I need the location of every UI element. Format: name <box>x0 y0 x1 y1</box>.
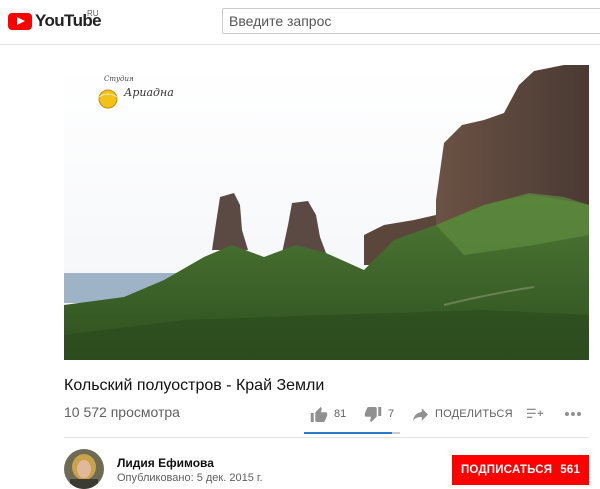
share-button[interactable]: ПОДЕЛИТЬСЯ <box>413 399 513 429</box>
video-frame <box>64 65 589 360</box>
like-count: 81 <box>334 408 347 420</box>
channel-name: Лидия Ефимова <box>117 456 214 470</box>
subscriber-count: 561 <box>560 464 581 476</box>
logo-region: RU <box>87 9 99 18</box>
thumb-down-icon <box>364 406 382 422</box>
like-button[interactable]: 81 <box>310 399 346 429</box>
search-input[interactable] <box>222 8 600 34</box>
dislike-count: 7 <box>388 408 395 420</box>
more-actions-button[interactable] <box>564 399 582 429</box>
channel-avatar[interactable] <box>64 449 104 489</box>
like-ratio-fill <box>304 432 393 434</box>
thumb-up-icon <box>310 406 328 422</box>
divider <box>64 437 589 438</box>
subscribe-label: ПОДПИСАТЬСЯ <box>460 464 553 476</box>
view-count: 10 572 просмотра <box>64 404 180 420</box>
channel-watermark: Студия Ариадна <box>94 75 174 109</box>
masthead: YouTube RU <box>0 0 600 45</box>
youtube-logo[interactable]: YouTube RU <box>8 9 102 31</box>
like-dislike-bar <box>304 432 400 434</box>
subscribe-button[interactable]: ПОДПИСАТЬСЯ 561 <box>452 455 589 485</box>
more-icon <box>565 412 581 416</box>
add-to-playlist-button[interactable] <box>527 399 543 429</box>
add-to-playlist-icon <box>527 408 543 418</box>
share-arrow-icon <box>413 407 428 421</box>
watermark-small-text: Студия <box>104 75 134 83</box>
dislike-button[interactable]: 7 <box>364 399 394 429</box>
video-player[interactable]: Студия Ариадна <box>64 65 589 360</box>
video-title: Кольский полуостров - Край Земли <box>64 377 325 394</box>
publish-date: Опубликовано: 5 дек. 2015 г. <box>117 472 263 484</box>
share-label: ПОДЕЛИТЬСЯ <box>435 408 513 420</box>
action-bar: 81 7 ПОДЕЛИТЬСЯ <box>300 399 595 429</box>
watermark-name: Ариадна <box>124 86 174 99</box>
youtube-logo-icon <box>8 12 32 30</box>
